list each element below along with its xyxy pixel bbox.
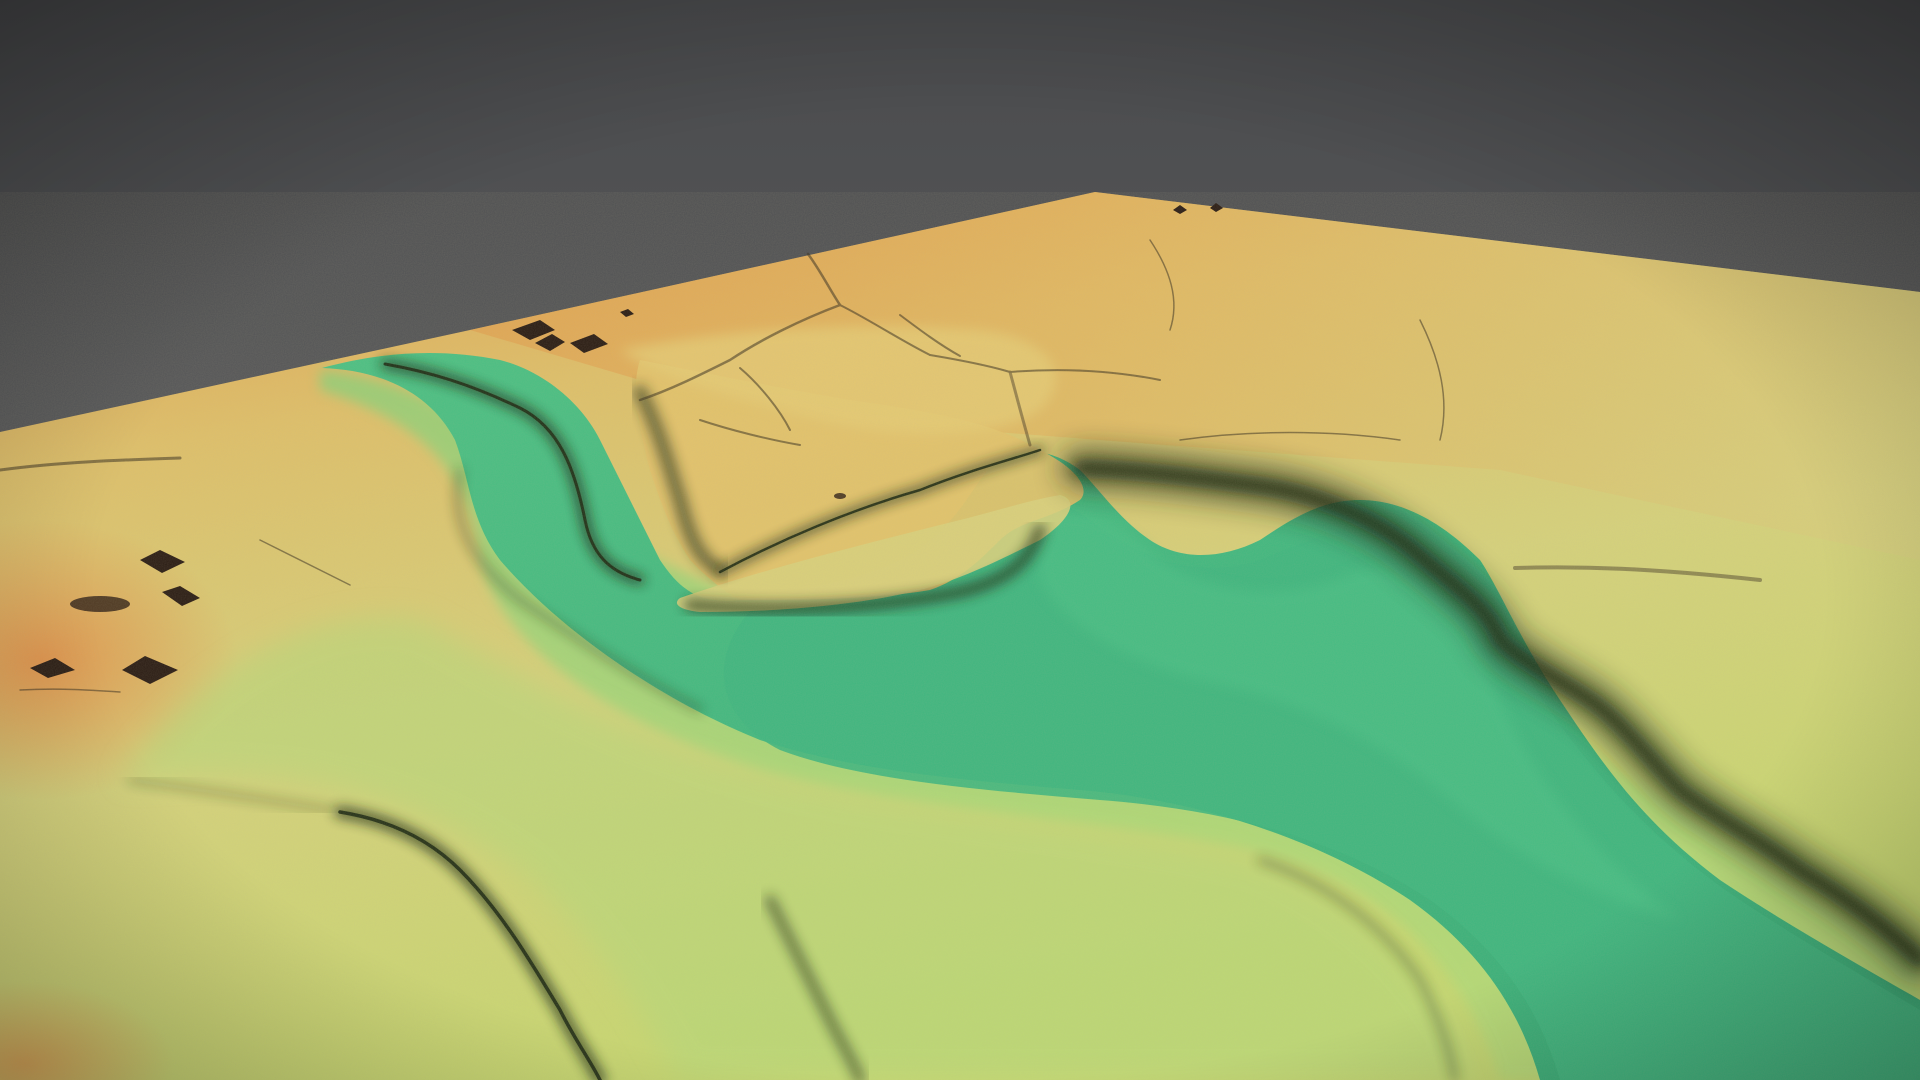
terrain-render (0, 0, 1920, 1080)
lidar-terrain-scene (0, 0, 1920, 1080)
vignette (0, 0, 1920, 1080)
